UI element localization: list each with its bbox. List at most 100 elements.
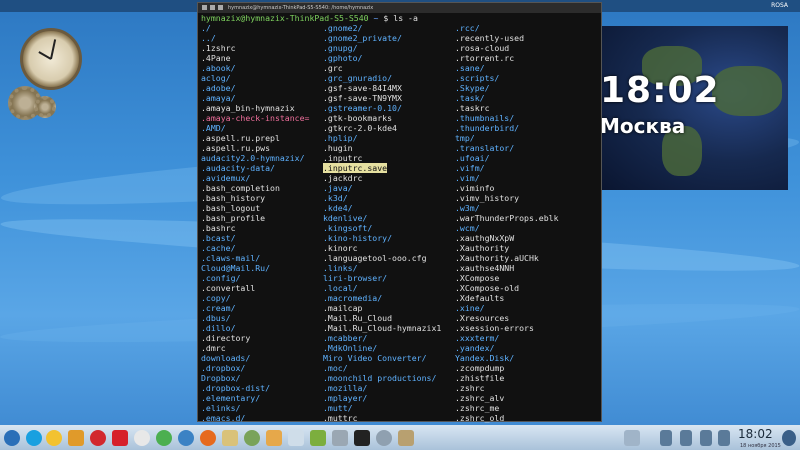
ls-entry: .abook/ xyxy=(201,63,236,73)
chat-icon[interactable] xyxy=(46,430,62,446)
ls-row: .convertall xyxy=(201,283,321,293)
start-menu-icon[interactable] xyxy=(4,430,20,446)
ls-entry: .sane/ xyxy=(455,63,485,73)
ls-row: .xauthgNxXpW xyxy=(455,233,575,243)
ls-row: .moc/ xyxy=(323,363,453,373)
ls-row: .thunderbird/ xyxy=(455,123,575,133)
browser-icon[interactable] xyxy=(178,430,194,446)
ls-entry: .kingsoft/ xyxy=(323,223,373,233)
ls-entry: .vimv_history xyxy=(455,193,520,203)
ls-entry: Dropbox/ xyxy=(201,373,241,383)
notification-icon[interactable] xyxy=(718,430,730,446)
terminal-titlebar[interactable]: hymnazix@hymnazix-ThinkPad-S5-S540: /hom… xyxy=(198,3,601,13)
ls-entry: .zcompdump xyxy=(455,363,505,373)
ls-row: .kinorc xyxy=(323,243,453,253)
prompt-command: $ ls -a xyxy=(378,13,418,23)
terminal-window[interactable]: hymnazix@hymnazix-ThinkPad-S5-S540: /hom… xyxy=(197,2,602,423)
ls-row: .zshrc xyxy=(455,383,575,393)
ls-row: .gphoto/ xyxy=(323,53,453,63)
ls-row: .MdkOnline/ xyxy=(323,343,453,353)
app-icon[interactable] xyxy=(244,430,260,446)
volume-icon[interactable] xyxy=(680,430,692,446)
battery-icon[interactable] xyxy=(700,430,712,446)
ls-entry: .rtorrent.rc xyxy=(455,53,515,63)
terminal-output[interactable]: hymnazix@hymnazix-ThinkPad-S5-S540 ~ $ l… xyxy=(198,13,601,423)
ls-row: .recently-used xyxy=(455,33,575,43)
yandex-browser-icon[interactable] xyxy=(134,430,150,446)
ls-row: audacity2.0-hymnazix/ xyxy=(201,153,321,163)
ls-entry: .amaya-check-instance= xyxy=(201,113,310,123)
tools-icon[interactable] xyxy=(398,430,414,446)
ls-row: .sane/ xyxy=(455,63,575,73)
ls-entry: .Xauthority.aUCHk xyxy=(455,253,539,263)
ls-entry: tmp/ xyxy=(455,133,475,143)
ls-row: .rcc/ xyxy=(455,23,575,33)
ls-column: .rcc/.recently-used .rosa-cloud .rtorrent.… xyxy=(455,23,575,423)
network-icon[interactable] xyxy=(660,430,672,446)
ls-row: .scripts/ xyxy=(455,73,575,83)
ls-entry: .1zshrc xyxy=(201,43,236,53)
analog-clock-widget[interactable] xyxy=(20,28,82,90)
window-menu-icon[interactable] xyxy=(202,5,207,10)
ls-row: .dropbox-dist/ xyxy=(201,383,321,393)
ls-row: .wcm/ xyxy=(455,223,575,233)
terminal-icon[interactable] xyxy=(354,430,370,446)
ls-row: .zcompdump xyxy=(455,363,575,373)
ls-row: .inputrc xyxy=(323,153,453,163)
ls-row: .aspell.ru.pws xyxy=(201,143,321,153)
ls-row: .Mail.Ru_Cloud xyxy=(323,313,453,323)
ls-row: .jackdrc xyxy=(323,173,453,183)
ls-row: .elinks/ xyxy=(201,403,321,413)
ls-row: .emacs.d/ xyxy=(201,413,321,423)
ls-entry: .rcc/ xyxy=(455,23,480,33)
ls-entry: .aspell.ru.prepl xyxy=(201,133,280,143)
ls-entry: .kino-history/ xyxy=(323,233,393,243)
ls-row: .hugin xyxy=(323,143,453,153)
ls-entry: .xine/ xyxy=(455,303,485,313)
ls-row: ../ xyxy=(201,33,321,43)
ls-row: .kde4/ xyxy=(323,203,453,213)
ls-row: .1zshrc xyxy=(201,43,321,53)
ls-entry: .k3d/ xyxy=(323,193,348,203)
ls-row: .avidemux/ xyxy=(201,173,321,183)
screenshot-icon[interactable] xyxy=(332,430,348,446)
ls-entry: .wcm/ xyxy=(455,223,480,233)
ls-entry: .zshrc_old xyxy=(455,413,505,423)
ls-entry: .Xauthority xyxy=(455,243,510,253)
power-icon[interactable] xyxy=(782,430,796,446)
ls-row: .XCompose-old xyxy=(455,283,575,293)
calendar-icon[interactable] xyxy=(288,430,304,446)
vivaldi-icon[interactable] xyxy=(112,430,128,446)
ls-row: .amaya/ xyxy=(201,93,321,103)
ls-entry: .config/ xyxy=(201,273,241,283)
settings-icon[interactable] xyxy=(376,430,392,446)
ls-row: .dropbox/ xyxy=(201,363,321,373)
ls-row: .kingsoft/ xyxy=(323,223,453,233)
tray-clock[interactable]: 18:02 xyxy=(738,427,773,441)
ls-row: .task/ xyxy=(455,93,575,103)
maximize-icon[interactable] xyxy=(218,5,223,10)
ls-row: .dillo/ xyxy=(201,323,321,333)
skype-icon[interactable] xyxy=(26,430,42,446)
ls-entry: .Skype/ xyxy=(455,83,490,93)
ls-row: .Xresources xyxy=(455,313,575,323)
ls-row: .gnome2/ xyxy=(323,23,453,33)
ls-row: .moonchild productions/ xyxy=(323,373,453,383)
show-desktop-icon[interactable] xyxy=(624,430,640,446)
ls-row: .config/ xyxy=(201,273,321,283)
ls-row: .java/ xyxy=(323,183,453,193)
chrome-icon[interactable] xyxy=(156,430,172,446)
file-manager-icon[interactable] xyxy=(222,430,238,446)
ls-row: .cache/ xyxy=(201,243,321,253)
ls-entry: .jackdrc xyxy=(323,173,363,183)
mail-icon[interactable] xyxy=(68,430,84,446)
opera-icon[interactable] xyxy=(90,430,106,446)
media-player-icon[interactable] xyxy=(310,430,326,446)
ls-entry: .gsf-save-84I4MX xyxy=(323,83,402,93)
minimize-icon[interactable] xyxy=(210,5,215,10)
ls-entry: .gstreamer-0.10/ xyxy=(323,103,402,113)
ls-row: .rosa-cloud xyxy=(455,43,575,53)
user-label[interactable]: ROSA xyxy=(771,0,788,12)
text-editor-icon[interactable] xyxy=(266,430,282,446)
firefox-icon[interactable] xyxy=(200,430,216,446)
